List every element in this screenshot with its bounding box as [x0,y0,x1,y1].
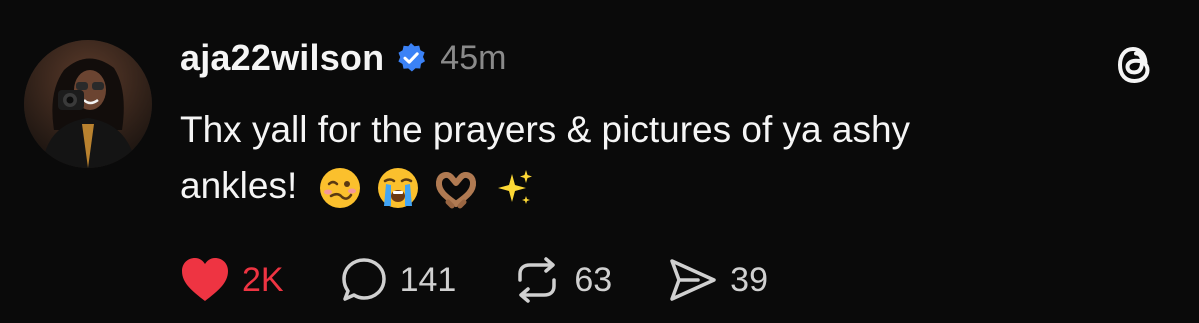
share-count: 39 [730,260,768,299]
woozy-face-emoji-icon [319,168,360,209]
threads-post: aja22wilson 45m Thx yall for the prayers… [0,0,1199,323]
post-header: aja22wilson 45m [180,34,506,82]
reply-count: 141 [399,260,457,299]
heart-filled-icon [182,258,228,301]
username[interactable]: aja22wilson [180,37,384,79]
heart-hands-emoji-icon [435,172,476,209]
post-text-line-1: Thx yall for the prayers & pictures of y… [180,109,911,150]
threads-logo-icon[interactable] [1109,38,1163,92]
like-count: 2K [242,260,284,299]
comment-bubble-icon [341,258,386,301]
verified-badge-icon [394,41,428,75]
share-button[interactable]: 39 [668,257,768,303]
post-actions: 2K 141 63 39 [180,255,824,305]
repost-icon [518,257,557,303]
post-text-line-2: ankles! [180,165,298,206]
avatar[interactable] [24,40,152,168]
repost-count: 63 [574,260,613,299]
like-button[interactable]: 2K [180,257,284,303]
post-timestamp: 45m [440,38,507,77]
reply-button[interactable]: 141 [340,256,457,304]
sparkles-emoji-icon [497,170,532,205]
send-arrow-icon [670,259,716,301]
crying-face-emoji-icon [377,168,418,209]
repost-button[interactable]: 63 [512,256,612,304]
post-body: Thx yall for the prayers & pictures of y… [180,102,1140,214]
post-text-line-2-wrap: ankles! [180,158,1140,214]
emoji-row [318,166,536,210]
